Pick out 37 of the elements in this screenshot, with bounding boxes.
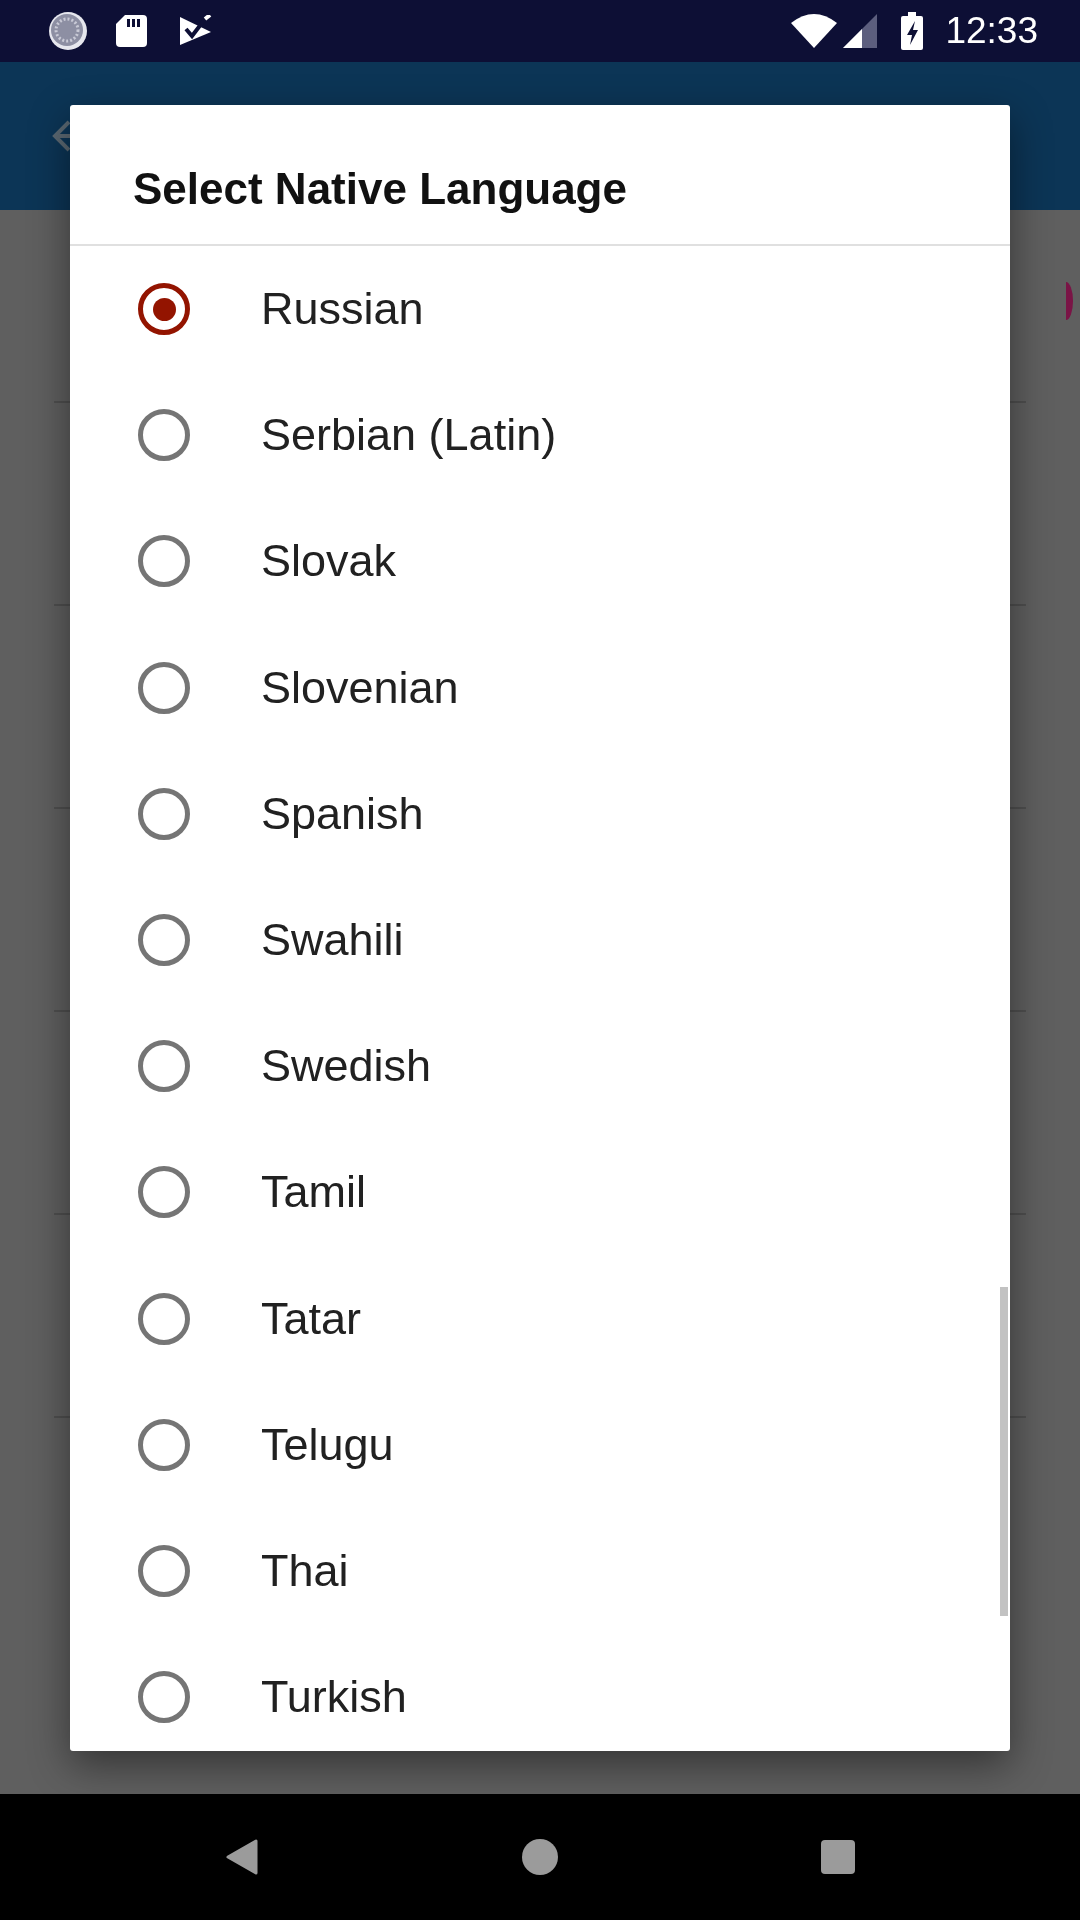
radio-icon[interactable] [138,787,190,840]
wifi-icon [791,14,838,48]
circle-icon [49,12,87,50]
radio-icon[interactable] [138,914,190,967]
back-arrow-icon[interactable] [52,120,70,152]
status-time: 12:33 [945,9,1038,53]
radio-icon[interactable] [138,535,190,588]
sd-card-icon [116,15,147,47]
signal-icon [843,14,878,48]
radio-icon[interactable] [138,661,190,714]
language-option[interactable]: Swahili [70,876,1010,1004]
badge-icon [1066,282,1073,320]
home-icon[interactable] [522,1839,558,1875]
language-option[interactable]: Swedish [70,1003,1010,1130]
language-option[interactable]: Thai [70,1507,1010,1635]
language-option[interactable]: Slovenian [70,624,1010,751]
recents-icon[interactable] [820,1839,856,1875]
radio-icon[interactable] [138,409,190,462]
radio-icon[interactable] [138,1292,190,1345]
radio-icon[interactable] [138,1166,190,1219]
radio-icon[interactable] [138,283,190,336]
language-option[interactable]: Russian [70,246,1010,373]
check-icon [178,15,212,47]
radio-icon[interactable] [138,1418,190,1471]
radio-icon[interactable] [138,1671,190,1724]
language-option[interactable]: Tamil [70,1129,1010,1256]
language-option[interactable]: Telugu [70,1381,1010,1508]
language-option[interactable]: Turkish [70,1634,1010,1751]
back-icon[interactable] [224,1839,260,1875]
language-option[interactable]: Tatar [70,1255,1010,1382]
dialog-title: Select Native Language [133,163,627,215]
radio-icon[interactable] [138,1544,190,1597]
language-option[interactable]: Spanish [70,750,1010,877]
radio-icon[interactable] [138,1040,190,1093]
language-option[interactable]: Slovak [70,498,1010,625]
battery-charging-icon [901,12,924,50]
language-option[interactable]: Serbian (Latin) [70,372,1010,499]
